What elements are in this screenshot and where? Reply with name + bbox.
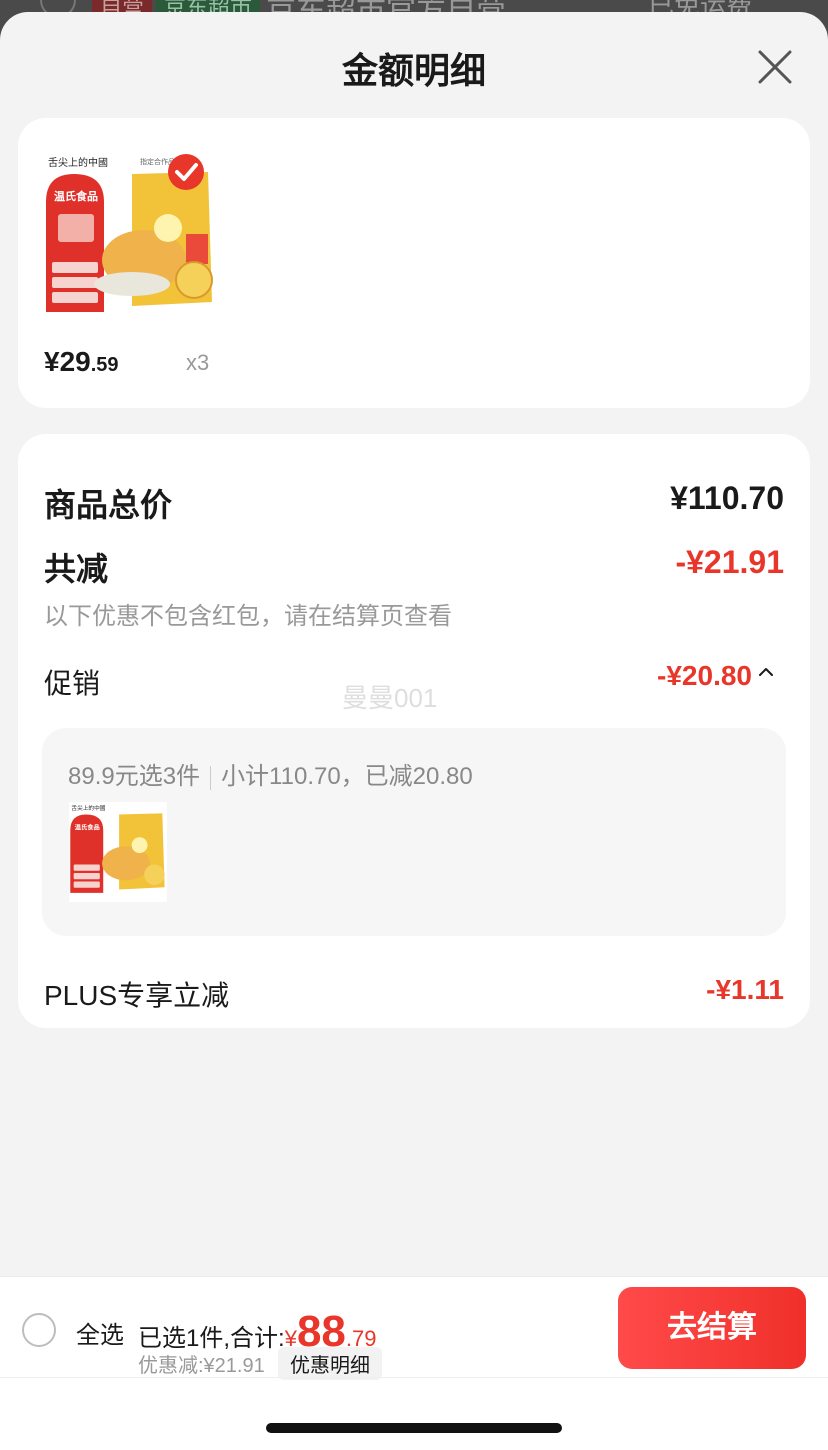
sheet-title: 金额明细: [341, 50, 486, 91]
svg-text:温氏食品: 温氏食品: [54, 189, 98, 203]
discount-detail-button[interactable]: 优惠明细: [278, 1347, 382, 1380]
promotion-value[interactable]: -¥20.80: [657, 660, 752, 692]
promotion-product-thumbnail[interactable]: 舌尖上的中國 温氏食品: [68, 802, 168, 902]
product-price-decimal: .59: [90, 354, 119, 376]
close-icon[interactable]: [758, 50, 792, 84]
select-all-checkbox[interactable]: [22, 1313, 56, 1347]
selected-count-text: 已选1件,合计:: [138, 1325, 285, 1352]
chevron-up-icon[interactable]: [758, 666, 774, 678]
checkout-button[interactable]: 去结算: [618, 1287, 806, 1369]
promotion-rule: 89.9元选3件: [68, 763, 201, 790]
amount-detail-card: 商品总价 ¥110.70 共减 -¥21.91 以下优惠不包含红包，请在结算页查…: [18, 434, 810, 1028]
product-quantity: x3: [186, 350, 210, 375]
svg-text:舌尖上的中國: 舌尖上的中國: [48, 156, 108, 169]
plus-discount-value: -¥1.11: [706, 974, 784, 1005]
plus-discount-label: PLUS专享立减: [44, 980, 230, 1011]
bottom-divider: [0, 1377, 828, 1378]
product-price: ¥29.59: [44, 346, 119, 378]
discount-note: 以下优惠不包含红包，请在结算页查看: [44, 603, 452, 630]
total-label: 商品总价: [44, 487, 173, 523]
user-watermark: 曼曼001: [342, 683, 438, 713]
reduce-label: 共减: [44, 551, 109, 587]
amount-detail-sheet: 金额明细 舌尖上的中國 指定合作品牌 温氏食品 ¥29.59 x3 商品总价 ¥…: [0, 12, 828, 1450]
promotion-label: 促销: [44, 668, 101, 699]
home-indicator[interactable]: [266, 1423, 562, 1433]
promotion-subtotal: 小计110.70，已减20.80: [221, 763, 473, 790]
promotion-detail-box: 89.9元选3件 小计110.70，已减20.80 舌尖上的中國 温氏食品: [42, 728, 786, 936]
product-card: 舌尖上的中國 指定合作品牌 温氏食品 ¥29.59 x3: [18, 118, 810, 408]
product-price-integer: ¥29: [44, 346, 91, 377]
total-value: ¥110.70: [670, 480, 784, 516]
discount-amount: 优惠减:¥21.91: [138, 1355, 265, 1377]
promotion-description: 89.9元选3件 小计110.70，已减20.80: [68, 756, 473, 791]
select-all-label[interactable]: 全选: [76, 1315, 124, 1350]
reduce-value: -¥21.91: [675, 544, 784, 580]
product-image[interactable]: 舌尖上的中國 指定合作品牌 温氏食品: [44, 152, 216, 328]
checkout-bar: 全选 已选1件,合计:¥88.79 优惠减:¥21.91 优惠明细 去结算: [0, 1276, 828, 1450]
promotion-separator: [210, 765, 212, 790]
